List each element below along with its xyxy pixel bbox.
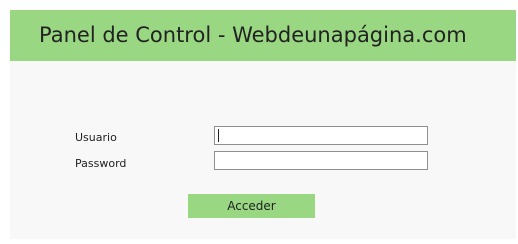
page-title: Panel de Control - Webdeunapágina.com bbox=[39, 23, 467, 47]
usuario-label: Usuario bbox=[75, 131, 117, 144]
password-input[interactable] bbox=[214, 151, 428, 170]
header-bar: Panel de Control - Webdeunapágina.com bbox=[10, 10, 516, 61]
password-label: Password bbox=[75, 157, 127, 170]
control-panel: Panel de Control - Webdeunapágina.com Us… bbox=[10, 10, 516, 239]
acceder-button[interactable]: Acceder bbox=[188, 194, 315, 218]
text-cursor bbox=[218, 129, 219, 142]
usuario-input[interactable] bbox=[214, 126, 428, 145]
page: Panel de Control - Webdeunapágina.com Us… bbox=[0, 0, 518, 244]
